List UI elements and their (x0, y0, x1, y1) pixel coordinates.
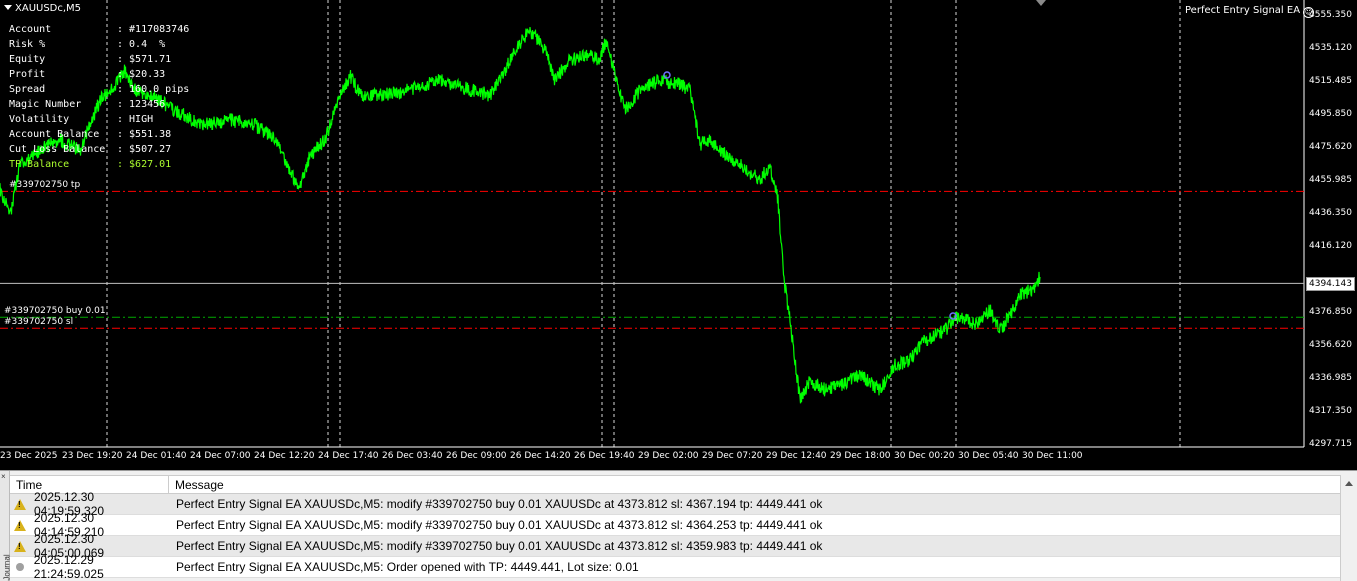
info-label: Account Balance (9, 129, 100, 140)
log-message: Perfect Entry Signal EA XAUUSDc,M5: modi… (176, 539, 823, 553)
time-tick-label: 24 Dec 07:00 (190, 451, 251, 461)
journal-scrollbar[interactable] (1340, 475, 1357, 581)
ea-name-label: Perfect Entry Signal EA ☺ (1185, 5, 1315, 18)
info-value: : $627.01 (117, 159, 172, 170)
log-message: Perfect Entry Signal EA XAUUSDc,M5: modi… (176, 497, 823, 511)
log-time-cell: 2025.12.29 21:24:59.025 (10, 553, 162, 581)
tp-line-label: #339702750 tp (9, 180, 81, 190)
trade-arrow-icon (663, 71, 671, 79)
toolbox-side-strip[interactable]: × Journal (0, 471, 12, 581)
chevron-down-icon[interactable] (4, 5, 12, 10)
info-value: : #117083746 (117, 24, 190, 35)
sl-line-label: #339702750 sl (4, 317, 74, 327)
journal-table: Time Message 2025.12.30 04:19:59.320Perf… (10, 475, 1340, 581)
price-tick-label: 4317.350 (1309, 406, 1352, 416)
info-row: Risk % : 0.4 % (9, 37, 189, 52)
time-tick-label: 26 Dec 14:20 (510, 451, 571, 461)
time-tick-label: 24 Dec 12:20 (254, 451, 315, 461)
time-tick-label: 24 Dec 17:40 (318, 451, 379, 461)
info-row: Equity : $571.71 (9, 52, 189, 67)
time-tick-label: 29 Dec 07:20 (702, 451, 763, 461)
log-time: 2025.12.29 21:24:59.025 (33, 553, 104, 581)
info-label: Equity (9, 54, 46, 65)
time-tick-label: 26 Dec 09:00 (446, 451, 507, 461)
info-label: Profit (9, 69, 46, 80)
price-tick-label: 4376.850 (1309, 307, 1352, 317)
info-label: Cut Loss Balance (9, 144, 106, 155)
time-tick-label: 29 Dec 18:00 (830, 451, 891, 461)
ea-name-text: Perfect Entry Signal EA (1185, 5, 1301, 16)
info-value: : $507.27 (117, 144, 172, 155)
scroll-up-icon[interactable] (1345, 481, 1353, 486)
info-label: Account (9, 24, 52, 35)
journal-panel: × Journal Time Message 2025.12.30 04:19:… (0, 470, 1357, 581)
price-tick-label: 4475.620 (1309, 142, 1352, 152)
info-row: Account Balance : $551.38 (9, 127, 189, 142)
table-row[interactable]: 2025.12.30 04:19:59.320Perfect Entry Sig… (10, 490, 1340, 518)
time-tick-label: 30 Dec 05:40 (958, 451, 1019, 461)
time-tick-label: 26 Dec 19:40 (574, 451, 635, 461)
table-row[interactable]: 2025.12.29 21:24:59.025 Perfect Entry Sig… (10, 553, 1340, 581)
price-tick-label: 4356.620 (1309, 340, 1352, 350)
price-tick-label: 4495.850 (1309, 109, 1352, 119)
symbol-title[interactable]: XAUUSDc,M5 (4, 3, 81, 14)
warning-icon (14, 540, 26, 552)
buy-line-label: #339702750 buy 0.01 (4, 306, 106, 316)
info-value: : $571.71 (117, 54, 172, 65)
info-row: Magic Number : 123456 (9, 97, 189, 112)
symbol-label: XAUUSDc,M5 (15, 3, 82, 14)
info-label: Spread (9, 84, 46, 95)
time-tick-label: 30 Dec 00:20 (894, 451, 955, 461)
time-tick-label: 29 Dec 12:40 (766, 451, 827, 461)
table-row[interactable]: 2025.12.30 04:14:59.210Perfect Entry Sig… (10, 511, 1340, 539)
price-tick-label: 4436.350 (1309, 208, 1352, 218)
info-row: Volatility : HIGH (9, 112, 189, 127)
info-icon (16, 563, 24, 571)
time-tick-label: 29 Dec 02:00 (638, 451, 699, 461)
info-label: Volatility (9, 114, 70, 125)
log-message: Perfect Entry Signal EA XAUUSDc,M5: modi… (176, 518, 823, 532)
table-row[interactable]: 2025.12.30 04:05:00.069Perfect Entry Sig… (10, 532, 1340, 560)
warning-icon (14, 519, 26, 531)
info-value: : HIGH (117, 114, 154, 125)
shift-marker-icon (1036, 0, 1046, 6)
warning-icon (14, 498, 26, 510)
info-label: Risk % (9, 39, 46, 50)
info-row: Spread : 160.0 pips (9, 82, 189, 97)
info-value: : $20.33 (117, 69, 166, 80)
time-tick-label: 23 Dec 19:20 (62, 451, 123, 461)
price-tick-label: 4336.985 (1309, 373, 1352, 383)
chart-canvas[interactable] (0, 0, 1357, 470)
log-message: Perfect Entry Signal EA XAUUSDc,M5: Orde… (176, 560, 639, 574)
info-label: TP Balance (9, 159, 70, 170)
time-tick-label: 23 Dec 2025 (0, 451, 58, 461)
price-tick-label: 4555.350 (1309, 10, 1352, 20)
info-value: : 0.4 % (117, 39, 166, 50)
info-row: Profit : $20.33 (9, 67, 189, 82)
price-tick-label: 4416.120 (1309, 241, 1352, 251)
price-tick-label: 4297.715 (1309, 439, 1352, 449)
price-tick-label: 4515.485 (1309, 76, 1352, 86)
info-value: : 160.0 pips (117, 84, 190, 95)
info-label: Magic Number (9, 99, 82, 110)
info-row: Cut Loss Balance : $507.27 (9, 142, 189, 157)
info-row: TP Balance : $627.01 (9, 157, 189, 172)
price-chart[interactable]: XAUUSDc,M5 Perfect Entry Signal EA ☺ Acco… (0, 0, 1357, 470)
info-row: Account : #117083746 (9, 22, 189, 37)
price-tick-label: 4535.120 (1309, 43, 1352, 53)
journal-header: Time Message (10, 475, 1340, 494)
close-icon[interactable]: × (1, 472, 6, 481)
time-tick-label: 24 Dec 01:40 (126, 451, 187, 461)
info-value: : 123456 (117, 99, 166, 110)
ea-info-panel: Account : #117083746 Risk % : 0.4 % Equity : … (9, 22, 189, 172)
journal-rows: 2025.12.30 04:19:59.320Perfect Entry Sig… (10, 490, 1340, 581)
current-price-badge: 4394.143 (1306, 277, 1355, 291)
price-tick-label: 4455.985 (1309, 175, 1352, 185)
info-value: : $551.38 (117, 129, 172, 140)
time-tick-label: 30 Dec 11:00 (1022, 451, 1083, 461)
time-tick-label: 26 Dec 03:40 (382, 451, 443, 461)
column-header-message[interactable]: Message (169, 476, 1340, 493)
